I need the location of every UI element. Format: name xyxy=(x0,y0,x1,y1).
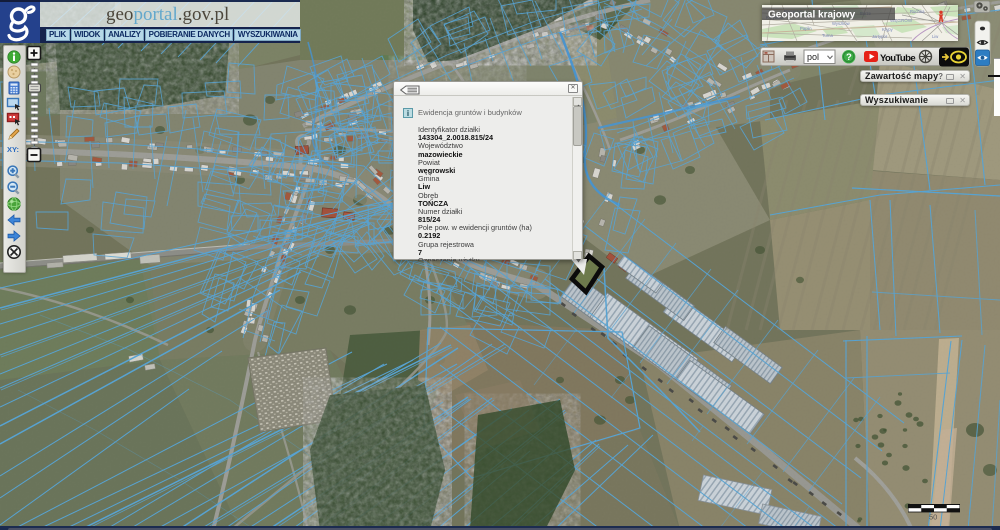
svg-text:Liw: Liw xyxy=(932,34,939,39)
svg-text:pol: pol xyxy=(807,52,819,62)
svg-text:Krypy: Krypy xyxy=(882,27,894,32)
svg-text:50: 50 xyxy=(929,513,937,522)
svg-text:?: ? xyxy=(846,52,852,63)
svg-text:Ruchna: Ruchna xyxy=(910,9,925,14)
svg-text:Turna: Turna xyxy=(822,33,833,38)
svg-text:YouTube: YouTube xyxy=(880,53,915,64)
svg-text:XY:: XY: xyxy=(7,145,19,154)
svg-text:Wyszków: Wyszków xyxy=(832,21,851,26)
svg-text:Paplin: Paplin xyxy=(800,26,812,31)
svg-text:Jartypór: Jartypór xyxy=(872,34,888,39)
svg-text:Geoportal krajowy: Geoportal krajowy xyxy=(768,10,856,21)
